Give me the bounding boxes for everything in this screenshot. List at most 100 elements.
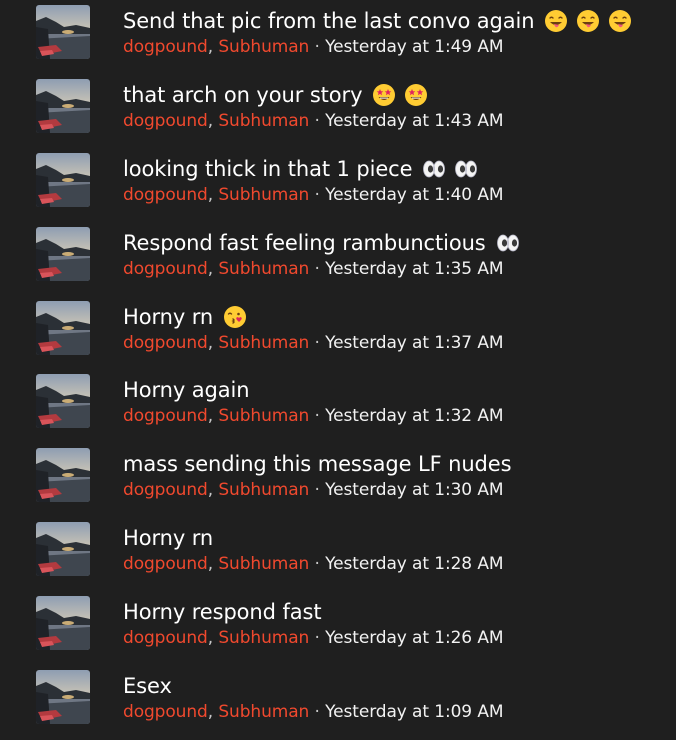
sender-name[interactable]: Subhuman — [218, 406, 309, 426]
sender-name[interactable]: dogpound — [123, 554, 208, 574]
avatar[interactable] — [36, 374, 90, 429]
tongue-wink-emoji — [608, 9, 632, 33]
sender-name[interactable]: dogpound — [123, 333, 208, 353]
sender-name[interactable]: dogpound — [123, 185, 208, 205]
dot-separator: · — [309, 110, 326, 131]
sender-name[interactable]: dogpound — [123, 111, 208, 131]
avatar[interactable] — [36, 152, 90, 207]
avatar[interactable] — [36, 596, 90, 651]
dot-separator: · — [309, 332, 326, 353]
message-preview: Horny rn — [123, 523, 668, 553]
name-separator: , — [207, 480, 214, 501]
timestamp: Yesterday at 1:49 AM — [325, 37, 504, 57]
sender-name[interactable]: dogpound — [123, 406, 208, 426]
avatar[interactable] — [36, 226, 90, 281]
message-text: Esex — [123, 674, 172, 699]
message-preview: Esex — [123, 671, 668, 701]
timestamp: Yesterday at 1:09 AM — [325, 702, 504, 723]
message-preview: Horny rn — [123, 302, 668, 332]
sender-name[interactable]: Subhuman — [218, 333, 309, 353]
tongue-wink-emoji — [576, 9, 600, 33]
conversation-row[interactable]: looking thick in that 1 piece dogpound, … — [0, 148, 676, 222]
avatar[interactable] — [36, 448, 90, 503]
dot-separator: · — [309, 554, 326, 575]
sender-name[interactable]: Subhuman — [218, 628, 309, 648]
conversation-row[interactable]: Horny respond fast dogpound, Subhuman · … — [0, 591, 676, 665]
message-preview: Horny again — [123, 375, 668, 405]
dot-separator: · — [309, 480, 326, 501]
emoji-group — [372, 83, 428, 107]
conversation-row[interactable]: mass sending this message LF nudes dogpo… — [0, 443, 676, 517]
conversation-row[interactable]: that arch on your story dogpound, Subhum… — [0, 74, 676, 148]
name-separator: , — [207, 258, 214, 279]
message-meta: dogpound, Subhuman · Yesterday at 1:37 A… — [123, 332, 668, 354]
message-text: Send that pic from the last convo again — [123, 9, 535, 33]
message-preview: Respond fast feeling rambunctious — [123, 228, 668, 258]
message-text: Horny rn — [123, 304, 214, 329]
message-preview: that arch on your story — [123, 80, 668, 110]
avatar[interactable] — [36, 522, 90, 577]
dot-separator: · — [309, 258, 326, 279]
timestamp: Yesterday at 1:40 AM — [325, 184, 504, 205]
timestamp: Yesterday at 1:26 AM — [325, 628, 504, 649]
avatar[interactable] — [36, 5, 90, 59]
message-preview: looking thick in that 1 piece — [123, 154, 668, 184]
message-text: looking thick in that 1 piece — [123, 156, 413, 181]
conversation-list: Send that pic from the last convo again — [0, 0, 676, 739]
conversation-row[interactable]: Respond fast feeling rambunctious dogpou… — [0, 222, 676, 296]
message-meta: dogpound, Subhuman · Yesterday at 1:35 A… — [123, 258, 668, 280]
sender-name[interactable]: Subhuman — [218, 554, 309, 574]
sender-name[interactable]: dogpound — [123, 628, 208, 648]
avatar[interactable] — [36, 300, 90, 355]
emoji-group — [496, 231, 520, 255]
message-preview: mass sending this message LF nudes — [123, 449, 668, 479]
message-meta: dogpound, Subhuman · Yesterday at 1:26 A… — [123, 627, 668, 649]
eyes-emoji — [496, 231, 520, 255]
emoji-group — [544, 9, 632, 33]
name-separator: , — [207, 110, 214, 131]
sender-name[interactable]: Subhuman — [218, 185, 309, 205]
sender-name[interactable]: dogpound — [123, 37, 208, 57]
emoji-group — [223, 305, 247, 329]
sender-name[interactable]: Subhuman — [218, 111, 309, 131]
sender-name[interactable]: dogpound — [123, 259, 208, 279]
conversation-row[interactable]: Horny rn dogpound, Subhuman · Yesterday … — [0, 296, 676, 370]
timestamp: Yesterday at 1:28 AM — [325, 554, 504, 575]
eyes-emoji — [454, 157, 478, 181]
message-preview: Horny respond fast — [123, 597, 668, 627]
conversation-row[interactable]: Horny rn dogpound, Subhuman · Yesterday … — [0, 517, 676, 591]
conversation-row[interactable]: Send that pic from the last convo again — [0, 0, 676, 74]
eyes-emoji — [422, 157, 446, 181]
name-separator: , — [207, 406, 214, 427]
dot-separator: · — [309, 184, 326, 205]
sender-name[interactable]: dogpound — [123, 702, 208, 722]
timestamp: Yesterday at 1:43 AM — [325, 110, 504, 131]
sender-name[interactable]: Subhuman — [218, 37, 309, 57]
message-meta: dogpound, Subhuman · Yesterday at 1:49 A… — [123, 36, 668, 58]
message-meta: dogpound, Subhuman · Yesterday at 1:30 A… — [123, 479, 668, 501]
sender-name[interactable]: dogpound — [123, 480, 208, 500]
message-text: Horny rn — [123, 526, 214, 551]
conversation-row[interactable]: Horny again dogpound, Subhuman · Yesterd… — [0, 369, 676, 443]
sender-name[interactable]: Subhuman — [218, 259, 309, 279]
message-meta: dogpound, Subhuman · Yesterday at 1:32 A… — [123, 405, 668, 427]
star-struck-emoji — [404, 83, 428, 107]
sender-name[interactable]: Subhuman — [218, 702, 309, 722]
avatar[interactable] — [36, 670, 90, 725]
message-meta: dogpound, Subhuman · Yesterday at 1:43 A… — [123, 110, 668, 132]
message-meta: dogpound, Subhuman · Yesterday at 1:09 A… — [123, 701, 668, 723]
message-text: mass sending this message LF nudes — [123, 452, 512, 477]
timestamp: Yesterday at 1:30 AM — [325, 480, 504, 501]
sender-name[interactable]: Subhuman — [218, 480, 309, 500]
emoji-group — [422, 157, 478, 181]
message-preview: Send that pic from the last convo again — [123, 6, 668, 36]
dot-separator: · — [309, 628, 326, 649]
message-text: that arch on your story — [123, 82, 363, 107]
conversation-row[interactable]: Esex dogpound, Subhuman · Yesterday at 1… — [0, 665, 676, 739]
avatar[interactable] — [36, 78, 90, 133]
message-meta: dogpound, Subhuman · Yesterday at 1:40 A… — [123, 184, 668, 206]
timestamp: Yesterday at 1:32 AM — [325, 406, 504, 427]
name-separator: , — [207, 554, 214, 575]
dot-separator: · — [309, 37, 326, 57]
dot-separator: · — [309, 406, 326, 427]
